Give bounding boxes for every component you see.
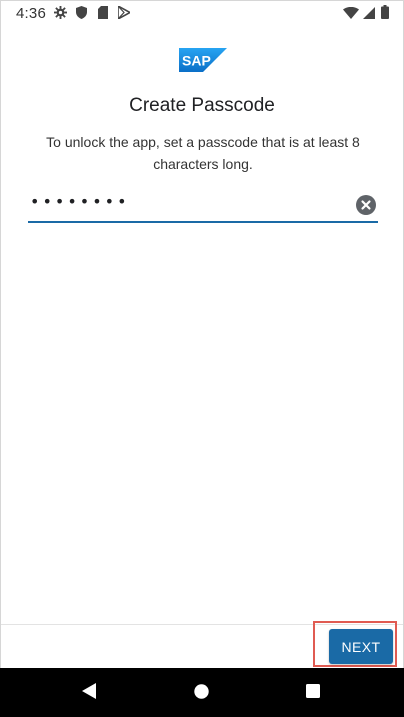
passcode-value[interactable]: ••••••••: [30, 192, 130, 211]
page-title: Create Passcode: [129, 95, 275, 116]
passcode-field[interactable]: ••••••••: [28, 189, 378, 223]
sap-logo: SAP: [179, 48, 227, 72]
battery-icon: [381, 5, 389, 19]
signal-icon: [363, 7, 375, 19]
next-button[interactable]: NEXT: [329, 629, 393, 664]
shield-icon: [76, 6, 87, 19]
wifi-icon: [343, 7, 359, 19]
sap-logo-text: SAP: [182, 53, 211, 69]
clear-icon[interactable]: [356, 195, 376, 215]
navigation-bar: [0, 668, 404, 717]
recents-icon[interactable]: [306, 684, 320, 698]
status-time: 4:36: [16, 5, 46, 22]
play-store-icon: [118, 6, 130, 19]
settings-icon: [54, 6, 67, 19]
home-icon[interactable]: [194, 684, 209, 699]
status-bar: 4:36: [1, 1, 403, 27]
app-screen: 4:36 SAP Create Passcode To unlock the a…: [0, 0, 404, 717]
back-icon[interactable]: [82, 683, 96, 699]
instructions-text: To unlock the app, set a passcode that i…: [46, 134, 360, 172]
sd-card-icon: [98, 6, 108, 19]
